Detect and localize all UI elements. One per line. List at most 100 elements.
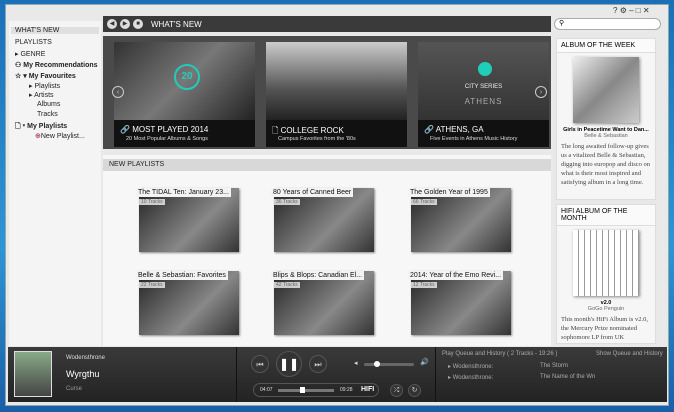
volume-slider[interactable] (364, 361, 414, 367)
hero-tile[interactable]: 20 🔗 MOST PLAYED 2014 20 Most Popular Albu… (114, 42, 255, 147)
hero-tile[interactable]: CITY SERIES ATHENS 🔗 ATHENS, GA Five Events… (418, 42, 549, 147)
hero-subtitle: 20 Most Popular Albums & Songs (126, 136, 208, 142)
album-cover[interactable] (573, 57, 639, 123)
playlist-card[interactable]: 80 Years of Canned Beer 36 Tracks (271, 188, 374, 252)
right-panel: ALBUM OF THE WEEK Girls in Peacetime Wan… (554, 36, 659, 346)
seek-bar[interactable] (278, 387, 334, 393)
queue-track: The Name of the Wn (540, 374, 596, 380)
playlist-name: Blips & Blops: Canadian El... (271, 271, 365, 280)
forward-button[interactable]: ▶ (120, 19, 130, 29)
gear-icon[interactable]: ⚙ (620, 6, 627, 15)
badge: 20 (174, 64, 200, 90)
playlist-track-count: 66 Tracks (411, 199, 437, 205)
volume-low-icon: ◂ (354, 360, 358, 367)
carousel-prev-button[interactable]: ‹ (112, 86, 124, 98)
star-icon: ☆ ▾ (15, 73, 29, 80)
maximize-button[interactable]: □ (636, 6, 641, 15)
help-button[interactable]: ? (613, 6, 617, 15)
label: MOST PLAYED 2014 (132, 125, 209, 134)
location-pin-icon (478, 62, 492, 76)
queue-track: The Storm (540, 363, 569, 369)
page-title: WHAT'S NEW (151, 20, 202, 29)
sidebar-item-fav-playlists[interactable]: ▸ Playlists (29, 82, 60, 90)
album-cover[interactable] (573, 230, 639, 296)
hero-title: 🔗 ATHENS, GA (424, 125, 484, 134)
label: New Playlist... (40, 133, 85, 140)
hero-subtitle: Five Events in Athens Music History (430, 136, 518, 142)
queue-artist: Wodensthrone: (452, 364, 494, 370)
queue-item[interactable]: ▸ Wodensthrone: The Storm (448, 363, 568, 370)
overlay-text: CITY SERIES (464, 84, 503, 90)
playlist-card[interactable]: Blips & Blops: Canadian El... 42 Tracks (271, 271, 374, 335)
sidebar-item-fav-artists[interactable]: ▸ Artists (29, 91, 54, 99)
hero-image (266, 42, 407, 120)
player-bar: Wodensthrone Wyrgthu Curse ⏮ ❚❚ ⏭ ◂ 🔊 04… (8, 347, 667, 402)
playlist-track-count: 42 Tracks (274, 282, 300, 288)
playlist-card[interactable]: 2014: Year of the Emo Revi... 12 Tracks (408, 271, 511, 335)
now-playing-artist[interactable]: Wodensthrone (66, 355, 105, 361)
sidebar-item-whats-new[interactable]: WHAT'S NEW (11, 27, 99, 34)
divider (236, 347, 237, 402)
label: ATHENS, GA (435, 125, 484, 134)
new-playlists-section: NEW PLAYLISTS The TIDAL Ten: January 23.… (103, 155, 551, 346)
section-heading: ALBUM OF THE WEEK (557, 39, 655, 53)
divider (435, 347, 436, 402)
shuffle-button[interactable]: ⤮ (390, 384, 403, 397)
now-playing-track: Wyrgthu (66, 369, 100, 379)
sidebar-item-recommendations[interactable]: ⚇ My Recommendations (15, 61, 98, 69)
playlist-name: The Golden Year of 1995 (408, 188, 490, 197)
playlist-track-count: 22 Tracks (139, 282, 165, 288)
sidebar: WHAT'S NEW PLAYLISTS ▸ GENRE ⚇ My Recomm… (9, 21, 101, 346)
queue-title: Play Queue and History ( 2 Tracks - 19:2… (442, 351, 558, 357)
label: Artists (34, 92, 54, 99)
label: My Playlists (27, 123, 68, 130)
now-playing-cover[interactable] (14, 351, 52, 397)
carousel-next-button[interactable]: › (535, 86, 547, 98)
featured-carousel: 20 🔗 MOST PLAYED 2014 20 Most Popular Albu… (103, 36, 551, 149)
sidebar-item-favourites[interactable]: ☆ ▾ My Favourites (15, 72, 76, 80)
label: My Favourites (28, 73, 76, 80)
stop-button[interactable]: ■ (133, 19, 143, 29)
sidebar-item-fav-tracks[interactable]: Tracks (37, 111, 58, 118)
hero-tile[interactable]: 🗋 COLLEGE ROCK Campus Favorites from the … (266, 42, 407, 147)
header-bar: ◀ ▶ ■ WHAT'S NEW (103, 16, 551, 32)
sidebar-item-genre[interactable]: ▸ GENRE (15, 50, 45, 58)
section-heading: NEW PLAYLISTS (103, 159, 551, 171)
back-button[interactable]: ◀ (107, 19, 117, 29)
playlist-card[interactable]: Belle & Sebastian: Favorites 22 Tracks (136, 271, 239, 335)
playlist-card[interactable]: The TIDAL Ten: January 23... 10 Tracks (136, 188, 239, 252)
new-playlist-button[interactable]: ⊕New Playlist... (35, 132, 85, 140)
queue-artist: Wodensthrone: (452, 375, 494, 381)
minimize-button[interactable]: – (629, 6, 633, 15)
album-description: This month's HiFi Album is v2.0, the Mer… (561, 316, 648, 341)
label: GENRE (20, 51, 46, 58)
search-input[interactable]: ⚲ (554, 18, 661, 30)
elapsed-time: 04:07 (260, 387, 273, 393)
repeat-button[interactable]: ↻ (408, 384, 421, 397)
pause-button[interactable]: ❚❚ (276, 351, 302, 377)
hero-image: 20 (114, 42, 255, 120)
progress-container: 04:07 09:28 HIFI (253, 383, 379, 397)
hero-title: 🔗 MOST PLAYED 2014 (120, 125, 209, 134)
album-description: The long awaited follow-up gives us a vi… (561, 143, 651, 186)
playlist-name: Belle & Sebastian: Favorites (136, 271, 228, 280)
volume-knob[interactable] (373, 361, 380, 367)
label: COLLEGE ROCK (280, 126, 344, 135)
show-queue-link[interactable]: Show Queue and History (596, 351, 663, 357)
now-playing-album[interactable]: Curse (66, 386, 82, 392)
quality-badge[interactable]: HIFI (361, 386, 374, 393)
previous-button[interactable]: ⏮ (251, 355, 269, 373)
seek-knob[interactable] (299, 387, 305, 393)
overlay-text: ATHENS (464, 97, 503, 106)
queue-item[interactable]: ▸ Wodensthrone: The Name of the Wn (448, 374, 595, 381)
search-icon: ⚲ (559, 20, 565, 27)
playlist-card[interactable]: The Golden Year of 1995 66 Tracks (408, 188, 511, 252)
playlist-name: The TIDAL Ten: January 23... (136, 188, 231, 197)
playlist-track-count: 12 Tracks (411, 282, 437, 288)
hifi-album: HIFI ALBUM OF THE MONTH v2.0 GoGo Pengui… (556, 204, 656, 344)
sidebar-item-playlists[interactable]: PLAYLISTS (15, 39, 52, 46)
sidebar-item-fav-albums[interactable]: Albums (37, 101, 60, 108)
close-button[interactable]: ✕ (643, 6, 650, 15)
hero-image: CITY SERIES ATHENS (418, 42, 549, 120)
next-button[interactable]: ⏭ (309, 355, 327, 373)
